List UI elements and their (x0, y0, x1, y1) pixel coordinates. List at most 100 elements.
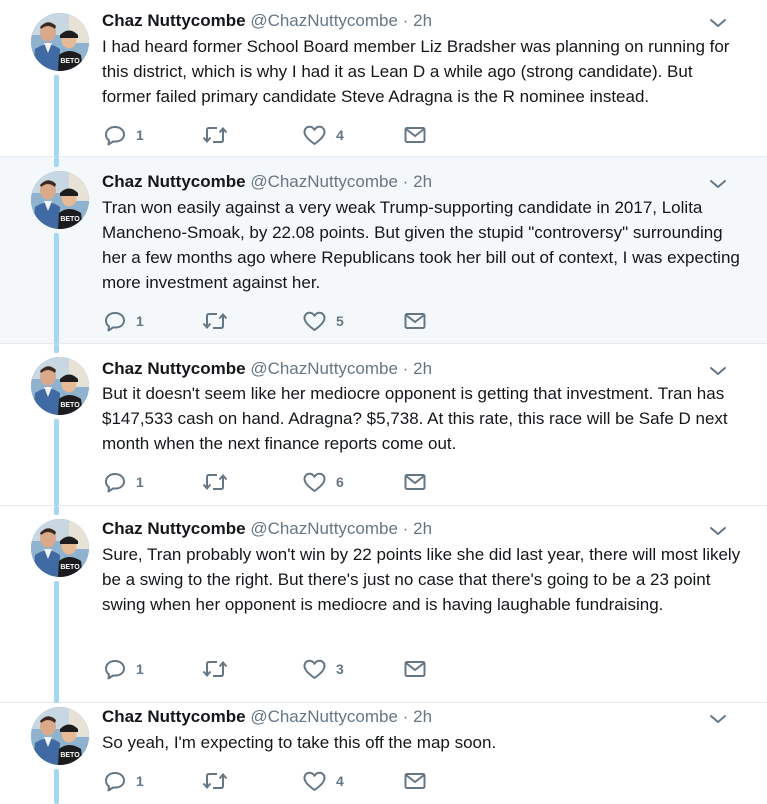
like-button[interactable]: 5 (303, 310, 344, 332)
author-name[interactable]: Chaz Nuttycombe (102, 172, 246, 191)
like-count: 5 (336, 313, 344, 329)
reply-button[interactable]: 1 (104, 471, 144, 493)
heart-icon (303, 771, 326, 792)
tweet-text: Tran won easily against a very weak Trum… (102, 198, 740, 292)
retweet-button[interactable] (202, 124, 238, 146)
like-button[interactable]: 6 (303, 471, 344, 493)
direct-message-button[interactable] (404, 124, 426, 146)
heart-icon (303, 125, 326, 146)
direct-message-button[interactable] (404, 770, 426, 792)
tweet-actions: 14 (104, 770, 444, 792)
chevron-down-icon[interactable] (708, 711, 728, 727)
thread-connector-line (54, 769, 59, 804)
chevron-down-icon[interactable] (708, 523, 728, 539)
retweet-icon (202, 311, 228, 331)
thread-connector-line (54, 233, 59, 344)
envelope-icon (404, 312, 426, 330)
envelope-icon (404, 660, 426, 678)
author-handle[interactable]: @ChazNuttycombe (250, 172, 398, 191)
tweet[interactable]: BETO Chaz Nuttycombe @ChazNuttycombe · 2… (0, 157, 767, 344)
tweet-thread: BETO Chaz Nuttycombe @ChazNuttycombe · 2… (0, 0, 767, 804)
reply-count: 1 (136, 313, 144, 329)
thread-connector-line (54, 419, 59, 506)
thread-connector-line (54, 506, 59, 515)
heart-icon (303, 659, 326, 680)
tweet-text: But it doesn't seem like her mediocre op… (102, 384, 728, 453)
like-count: 4 (336, 127, 344, 143)
tweet-header: Chaz Nuttycombe @ChazNuttycombe · 2h (102, 11, 432, 31)
thread-connector-line (54, 581, 59, 703)
tweet[interactable]: BETO Chaz Nuttycombe @ChazNuttycombe · 2… (0, 0, 767, 157)
tweet[interactable]: BETO Chaz Nuttycombe @ChazNuttycombe · 2… (0, 344, 767, 506)
avatar[interactable]: BETO (31, 519, 89, 577)
tweet-timestamp[interactable]: 2h (413, 172, 432, 191)
tweet-text: Sure, Tran probably won't win by 22 poin… (102, 545, 741, 614)
like-count: 6 (336, 474, 344, 490)
direct-message-button[interactable] (404, 310, 426, 332)
author-name[interactable]: Chaz Nuttycombe (102, 519, 246, 538)
tweet-timestamp[interactable]: 2h (413, 359, 432, 378)
header-separator: · (402, 519, 409, 538)
reply-count: 1 (136, 773, 144, 789)
tweet[interactable]: BETO Chaz Nuttycombe @ChazNuttycombe · 2… (0, 506, 767, 703)
avatar-shirt-text: BETO (60, 564, 80, 571)
retweet-button[interactable] (202, 310, 238, 332)
reply-button[interactable]: 1 (104, 310, 144, 332)
avatar[interactable]: BETO (31, 171, 89, 229)
like-button[interactable]: 4 (303, 124, 344, 146)
header-separator: · (402, 359, 409, 378)
author-handle[interactable]: @ChazNuttycombe (250, 11, 398, 30)
avatar[interactable]: BETO (31, 707, 89, 765)
direct-message-button[interactable] (404, 471, 426, 493)
thread-connector-line (54, 157, 59, 167)
avatar[interactable]: BETO (31, 13, 89, 71)
retweet-icon (202, 771, 228, 791)
envelope-icon (404, 473, 426, 491)
author-name[interactable]: Chaz Nuttycombe (102, 707, 246, 726)
tweet[interactable]: BETO Chaz Nuttycombe @ChazNuttycombe · 2… (0, 703, 767, 804)
tweet-timestamp[interactable]: 2h (413, 11, 432, 30)
author-name[interactable]: Chaz Nuttycombe (102, 359, 246, 378)
chevron-down-icon[interactable] (708, 15, 728, 31)
tweet-text: So yeah, I'm expecting to take this off … (102, 733, 497, 752)
author-handle[interactable]: @ChazNuttycombe (250, 707, 398, 726)
retweet-button[interactable] (202, 658, 238, 680)
avatar-shirt-text: BETO (60, 402, 80, 409)
reply-icon (104, 472, 126, 493)
avatar[interactable]: BETO (31, 357, 89, 415)
reply-icon (104, 311, 126, 332)
chevron-down-icon[interactable] (708, 176, 728, 192)
tweet-text: I had heard former School Board member L… (102, 37, 730, 106)
retweet-icon (202, 659, 228, 679)
envelope-icon (404, 126, 426, 144)
chevron-down-icon[interactable] (708, 363, 728, 379)
like-count: 4 (336, 773, 344, 789)
tweet-actions: 14 (104, 124, 444, 146)
tweet-timestamp[interactable]: 2h (413, 707, 432, 726)
retweet-button[interactable] (202, 770, 238, 792)
envelope-icon (404, 772, 426, 790)
header-separator: · (402, 11, 409, 30)
reply-button[interactable]: 1 (104, 770, 144, 792)
retweet-button[interactable] (202, 471, 238, 493)
like-count: 3 (336, 661, 344, 677)
avatar-shirt-text: BETO (60, 216, 80, 223)
reply-button[interactable]: 1 (104, 124, 144, 146)
like-button[interactable]: 3 (303, 658, 344, 680)
avatar-shirt-text: BETO (60, 58, 80, 65)
author-name[interactable]: Chaz Nuttycombe (102, 11, 246, 30)
tweet-timestamp[interactable]: 2h (413, 519, 432, 538)
reply-count: 1 (136, 661, 144, 677)
heart-icon (303, 311, 326, 332)
author-handle[interactable]: @ChazNuttycombe (250, 519, 398, 538)
thread-connector-line (54, 75, 59, 157)
reply-button[interactable]: 1 (104, 658, 144, 680)
heart-icon (303, 472, 326, 493)
tweet-actions: 13 (104, 658, 444, 680)
header-separator: · (402, 172, 409, 191)
tweet-header: Chaz Nuttycombe @ChazNuttycombe · 2h (102, 519, 432, 539)
tweet-header: Chaz Nuttycombe @ChazNuttycombe · 2h (102, 359, 432, 379)
author-handle[interactable]: @ChazNuttycombe (250, 359, 398, 378)
direct-message-button[interactable] (404, 658, 426, 680)
like-button[interactable]: 4 (303, 770, 344, 792)
